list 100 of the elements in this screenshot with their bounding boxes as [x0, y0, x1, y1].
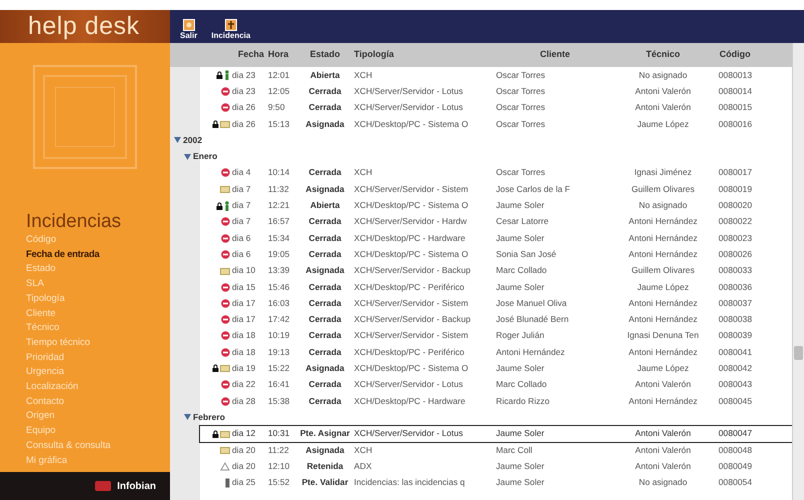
table-cell-text: Jaume López	[636, 280, 690, 294]
table-cell-text: XCH	[354, 166, 374, 180]
table-cell-text: dia 7	[232, 182, 252, 196]
table-row[interactable]: dia 6 15:34 Cerrada XCH/Desktop/PC - Hardware Jaume Soler Antoni Hernández 0080023	[200, 230, 792, 246]
table-cell-text: 9:50	[268, 101, 286, 114]
toolbar-button[interactable]: Salir	[180, 19, 198, 41]
table-row[interactable]: dia 28 15:38 Cerrada XCH/Desktop/PC - Hardware Ricardo Rizzo Antoni Hernández 0080045	[200, 392, 792, 410]
table-cell-text: 0080043	[718, 378, 753, 392]
table-row[interactable]: dia 26 9:50 Cerrada XCH/Server/Servidor - Lotus Oscar Torres Antoni Valerón 0080015	[200, 100, 792, 116]
table-row[interactable]: dia 17 16:03 Cerrada XCH/Server/Servidor - Sistem Jose Manuel Oliva Antoni Hernández 0080037	[200, 295, 792, 312]
table-cell-text: 11:32	[268, 182, 290, 196]
table-cell-text: Antoni Hernández	[628, 232, 698, 245]
table-row[interactable]: dia 17 17:42 Cerrada XCH/Server/Servidor - Backup José Blunadé Bern Antoni Hernández 0080038	[200, 311, 792, 328]
column-header[interactable]: Tipología	[354, 48, 496, 62]
table-cell-text: 16:41	[268, 378, 291, 392]
table-cell-text: 0080038	[718, 313, 753, 326]
table-cell-text: dia 15	[232, 280, 256, 294]
person-icon	[224, 70, 230, 80]
table-row[interactable]: dia 22 16:41 Cerrada XCH/Server/Servidor - Lotus Marc Collado Antoni Valerón 0080043	[200, 376, 792, 393]
table-cell-text: 16:57	[268, 215, 291, 228]
table-cell-text: 0080022	[718, 215, 753, 228]
table-cell-text: Marc Collado	[496, 264, 548, 278]
table-cell-text: Jose Manuel Oliva	[496, 296, 568, 310]
tree-group-toggle[interactable]: Febrero	[184, 409, 225, 426]
table-cell-text: dia 22	[232, 378, 256, 392]
section-title: Incidencias	[26, 211, 122, 233]
table-cell-text: XCH/Desktop/PC - Sistema O	[354, 248, 470, 261]
table-row[interactable]: dia 7 12:21 Abierta XCH/Desktop/PC - Sistema O Jaume Soler No asignado 0080020	[200, 197, 792, 214]
table-cell-text: 0080033	[718, 264, 753, 278]
group-label: 2002	[183, 134, 202, 147]
column-header[interactable]: Fecha	[232, 48, 268, 62]
minus-circle-icon	[221, 217, 230, 226]
status-text: Cerrada	[308, 101, 342, 114]
column-header[interactable]: Cliente	[496, 48, 614, 62]
table-cell-text: 15:52	[268, 476, 291, 490]
table-cell-text: XCH/Server/Servidor - Hardw	[354, 215, 468, 228]
minus-circle-icon	[221, 315, 230, 324]
table-cell-text: XCH/Server/Servidor - Lotus	[354, 101, 464, 114]
table-row[interactable]: dia 6 19:05 Cerrada XCH/Desktop/PC - Sistema O Sonia San José Antoni Hernández 0080026	[200, 246, 792, 263]
sidebar-item[interactable]: Fecha de entrada	[26, 248, 100, 262]
table-row[interactable]: dia 20 12:10 Retenida ADX Jaume Soler Antoni Valerón 0080049	[200, 458, 792, 474]
app-logo: help desk	[0, 10, 170, 43]
tree-group-toggle[interactable]: Enero	[184, 148, 218, 165]
table-row[interactable]: dia 25 15:52 Pte. Validar Incidencias: las incidencias q Jaume Soler No asignado 0080054	[200, 474, 792, 491]
table-row[interactable]: dia 20 11:22 Asignada XCH Marc Coll Antoni Valerón 0080048	[200, 442, 792, 458]
table-cell-text: dia 25	[232, 476, 256, 490]
status-text: Retenida	[306, 460, 344, 473]
table-cell-text: 0080048	[718, 444, 753, 456]
table-row[interactable]: dia 4 10:14 Cerrada XCH Oscar Torres Ignasi Jiménez 0080017	[200, 164, 792, 182]
table-cell-text: Antoni Hernández	[628, 346, 698, 359]
table-row[interactable]: dia 26 15:13 Asignada XCH/Desktop/PC - Sistema O Oscar Torres Jaume López 0080016	[200, 116, 792, 132]
table-cell-text: No asignado	[638, 68, 688, 82]
table-cell-text: Oscar Torres	[496, 101, 546, 114]
table-cell-text: XCH	[354, 444, 374, 456]
table-cell-text: Jaume Soler	[496, 460, 546, 473]
status-text: Cerrada	[308, 85, 342, 98]
table-row[interactable]: dia 18 19:13 Cerrada XCH/Desktop/PC - Periférico Antoni Hernández Antoni Hernández 0080041	[200, 344, 792, 360]
toolbar-button[interactable]: Incidencia	[211, 19, 250, 41]
status-text: Pte. Validar	[300, 476, 350, 490]
table-row[interactable]: dia 15 15:46 Cerrada XCH/Desktop/PC - Periférico Jaume Soler Jaume López 0080036	[200, 278, 792, 296]
table-cell-text: dia 20	[232, 444, 256, 456]
table-cell-text: 15:13	[268, 118, 291, 130]
table-cell-text: dia 26	[232, 118, 256, 130]
table-row[interactable]: dia 18 10:19 Cerrada XCH/Server/Servidor - Sistem Roger Julián Ignasi Denuna Ten 0080039	[200, 328, 792, 344]
minus-circle-icon	[221, 298, 230, 308]
table-cell-text: dia 23	[232, 68, 256, 82]
scrollbar-thumb[interactable]	[794, 346, 803, 360]
table-row[interactable]: dia 19 15:22 Asignada XCH/Desktop/PC - Sistema O Jaume Soler Jaume López 0080042	[200, 360, 792, 377]
column-header[interactable]: Estado	[296, 48, 354, 62]
table-row[interactable]: dia 23 12:01 Abierta XCH Oscar Torres No asignado 0080013	[200, 67, 792, 84]
table-cell-text: 16:03	[268, 296, 291, 310]
column-header[interactable]: Código	[712, 48, 758, 62]
table-row[interactable]: dia 7 11:32 Asignada XCH/Server/Servidor - Sistem Jose Carlos de la F Guillem Olivares 0080019	[200, 181, 792, 198]
table-cell-text: Antoni Hernández	[628, 248, 698, 261]
status-text: Cerrada	[308, 166, 342, 180]
table-cell-text: Antoni Valerón	[634, 101, 692, 114]
table-cell-text: 0080023	[718, 232, 753, 245]
table-cell-text: 15:22	[268, 362, 291, 375]
table-cell-text: dia 6	[232, 248, 252, 261]
column-header[interactable]: Hora	[268, 48, 296, 62]
status-text: Cerrada	[308, 296, 342, 310]
minus-circle-icon	[221, 396, 230, 406]
person-icon	[224, 200, 230, 211]
column-header[interactable]: Técnico	[614, 48, 712, 62]
logo-icon	[95, 480, 112, 492]
table-row[interactable]: dia 7 16:57 Cerrada XCH/Server/Servidor - Hardw Cesar Latorre Antoni Hernández 0080022	[200, 214, 792, 230]
table-cell-text: 0080016	[718, 118, 753, 130]
table-cell-text: 15:34	[268, 232, 291, 245]
table-row[interactable]: dia 23 12:05 Cerrada XCH/Server/Servidor - Lotus Oscar Torres Antoni Valerón 0080014	[200, 83, 792, 100]
table-cell-text: Ignasi Jiménez	[633, 166, 693, 180]
table-cell-text: Oscar Torres	[496, 85, 546, 98]
minus-circle-icon	[221, 234, 230, 243]
status-text: Cerrada	[308, 346, 342, 359]
tree-group-toggle[interactable]: 2002	[174, 132, 202, 148]
table-cell-text: dia 26	[232, 101, 256, 114]
table-cell-text: 0080014	[718, 85, 753, 98]
table-cell-text: dia 23	[232, 85, 256, 98]
table-row[interactable]: dia 10 13:39 Asignada XCH/Server/Servidor - Backup Marc Collado Guillem Olivares 0080033	[200, 262, 792, 279]
folder-icon	[220, 266, 230, 275]
scrollbar[interactable]	[792, 43, 804, 500]
